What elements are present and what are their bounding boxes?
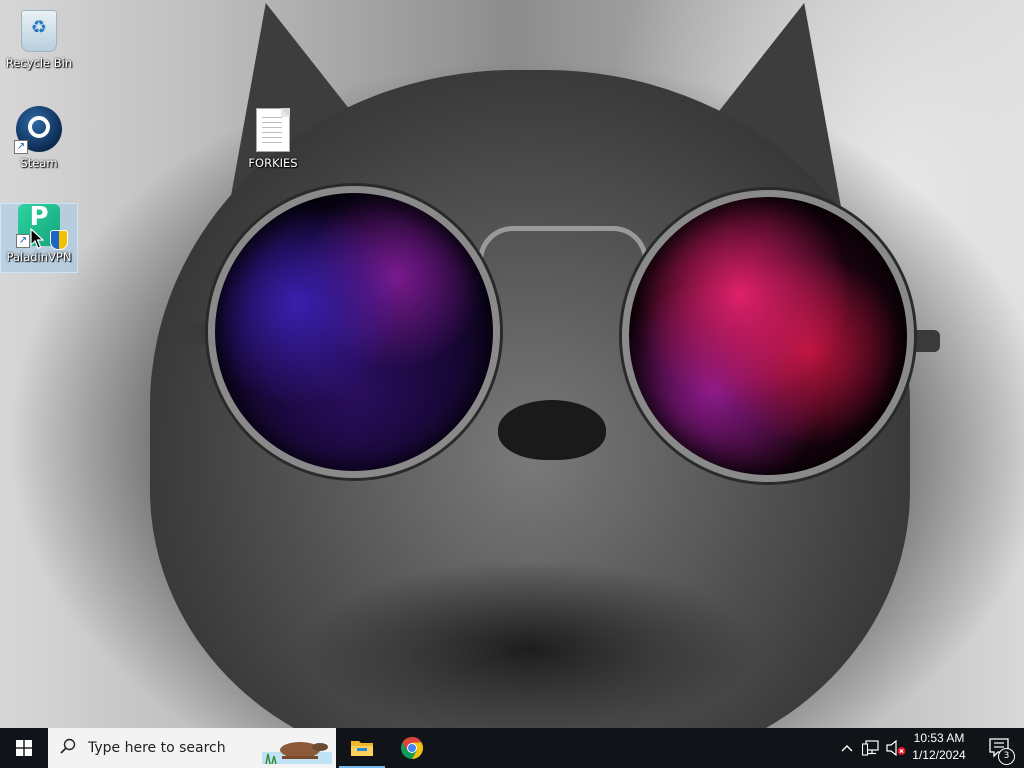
windows-logo-icon bbox=[16, 740, 32, 756]
taskbar: Type here to search 10:53 AM 1/12/2024 3 bbox=[0, 728, 1024, 768]
shortcut-arrow-icon: ↗ bbox=[14, 140, 28, 154]
shortcut-arrow-icon: ↗ bbox=[16, 234, 30, 248]
cat-nose bbox=[498, 400, 606, 460]
search-highlight-illustration bbox=[262, 742, 332, 764]
folder-icon bbox=[351, 741, 373, 756]
search-icon bbox=[48, 738, 88, 759]
uac-shield-icon bbox=[50, 230, 68, 250]
glasses-lens-right bbox=[622, 190, 914, 482]
action-center-button[interactable]: 3 bbox=[980, 728, 1020, 768]
volume-muted-icon bbox=[886, 740, 906, 756]
desktop-icon-label: PaladinVPN bbox=[6, 250, 72, 264]
network-icon bbox=[862, 740, 879, 756]
desktop-icon-recycle-bin[interactable]: ♻ Recycle Bin bbox=[1, 6, 77, 70]
cat-chin-shadow bbox=[300, 560, 760, 728]
desktop-icon-forkies[interactable]: FORKIES bbox=[235, 106, 311, 170]
tray-show-hidden-icons-button[interactable] bbox=[838, 728, 856, 768]
taskbar-clock[interactable]: 10:53 AM 1/12/2024 bbox=[908, 730, 970, 766]
desktop-icon-label: Recycle Bin bbox=[5, 56, 73, 70]
taskbar-chrome-button[interactable] bbox=[389, 728, 435, 768]
taskbar-search-box[interactable]: Type here to search bbox=[48, 728, 336, 768]
chrome-icon bbox=[401, 737, 423, 759]
desktop-icon-steam[interactable]: ↗ Steam bbox=[1, 106, 77, 170]
text-document-icon bbox=[256, 108, 290, 152]
desktop-icon-label: FORKIES bbox=[248, 156, 298, 170]
chevron-up-icon bbox=[841, 745, 853, 752]
start-button[interactable] bbox=[0, 728, 48, 768]
clock-date: 1/12/2024 bbox=[912, 748, 966, 762]
glasses-bridge bbox=[478, 226, 648, 261]
glasses-lens-left bbox=[208, 186, 500, 478]
glasses-temple-left bbox=[166, 322, 208, 344]
tray-network-button[interactable] bbox=[860, 728, 882, 768]
steam-icon: ↗ bbox=[14, 106, 62, 154]
desktop-wallpaper bbox=[0, 0, 1024, 728]
taskbar-file-explorer-button[interactable] bbox=[339, 728, 385, 768]
recycle-bin-icon: ♻ bbox=[21, 10, 57, 52]
tray-volume-button[interactable] bbox=[884, 728, 908, 768]
notification-count-badge: 3 bbox=[998, 748, 1015, 765]
desktop-icon-label: Steam bbox=[20, 156, 58, 170]
clock-time: 10:53 AM bbox=[913, 731, 965, 745]
